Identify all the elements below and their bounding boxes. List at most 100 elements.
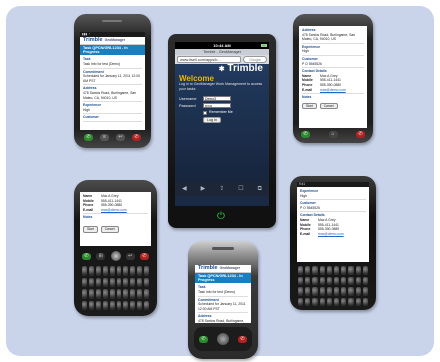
call-key[interactable]: ✆ — [84, 134, 93, 141]
keyboard-key[interactable] — [298, 297, 304, 306]
keyboard-key[interactable] — [326, 287, 332, 296]
contact-value[interactable]: max@demo.com — [101, 208, 127, 213]
keyboard-key[interactable] — [95, 266, 101, 276]
contact-value[interactable]: max@demo.com — [320, 88, 346, 93]
keyboard-key[interactable] — [312, 276, 318, 285]
search-field[interactable]: Google — [243, 56, 267, 63]
keyboard-key[interactable] — [123, 289, 129, 299]
keyboard-key[interactable] — [116, 300, 122, 310]
keyboard-key[interactable] — [102, 289, 108, 299]
password-input[interactable]: •••••• — [203, 103, 231, 109]
keyboard-key[interactable] — [312, 287, 318, 296]
keyboard-key[interactable] — [82, 300, 87, 310]
contact-value[interactable]: max@demo.com — [318, 232, 344, 237]
keyboard-key[interactable] — [88, 289, 94, 299]
keyboard-key[interactable] — [123, 300, 129, 310]
keyboard[interactable] — [298, 266, 368, 306]
keyboard-key[interactable] — [137, 266, 143, 276]
keyboard-key[interactable] — [298, 266, 304, 275]
keyboard-key[interactable] — [102, 266, 108, 276]
keyboard-key[interactable] — [319, 266, 325, 275]
keyboard-key[interactable] — [362, 287, 368, 296]
keyboard-key[interactable] — [88, 300, 94, 310]
keyboard-key[interactable] — [341, 276, 347, 285]
pages-icon[interactable]: ⧉ — [258, 186, 262, 192]
keyboard-key[interactable] — [82, 277, 87, 287]
menu-key[interactable]: ≡ — [100, 134, 109, 141]
keyboard-key[interactable] — [88, 266, 94, 276]
keyboard-key[interactable] — [326, 297, 332, 306]
trackball[interactable] — [110, 251, 121, 261]
keyboard-key[interactable] — [144, 266, 149, 276]
start-button[interactable]: Start — [302, 102, 317, 110]
end-key[interactable]: ✆ — [238, 335, 247, 343]
keyboard-key[interactable] — [326, 266, 332, 275]
keyboard-key[interactable] — [109, 266, 115, 276]
keyboard-key[interactable] — [312, 297, 318, 306]
keyboard-key[interactable] — [305, 276, 311, 285]
start-button[interactable]: Start — [83, 225, 98, 233]
remember-checkbox[interactable] — [203, 110, 207, 115]
keyboard-key[interactable] — [137, 277, 143, 287]
keyboard-key[interactable] — [355, 297, 361, 306]
dpad[interactable] — [217, 333, 229, 345]
keyboard-key[interactable] — [362, 297, 368, 306]
keyboard-key[interactable] — [312, 266, 318, 275]
menu-key[interactable]: ⊞ — [96, 252, 106, 260]
keyboard-key[interactable] — [95, 277, 101, 287]
keyboard-key[interactable] — [333, 287, 340, 296]
keyboard-key[interactable] — [95, 289, 101, 299]
back-key[interactable]: ↩ — [125, 252, 135, 260]
keyboard-key[interactable] — [319, 287, 325, 296]
keyboard-key[interactable] — [116, 277, 122, 287]
keyboard-key[interactable] — [82, 289, 87, 299]
keyboard-key[interactable] — [137, 289, 143, 299]
keyboard-key[interactable] — [362, 266, 368, 275]
username-input[interactable]: Demo3 — [203, 96, 231, 102]
keyboard-key[interactable] — [109, 300, 115, 310]
keyboard[interactable] — [82, 266, 149, 310]
home-key[interactable]: ⌂ — [328, 131, 338, 138]
call-key[interactable]: ✆ — [301, 131, 310, 138]
keyboard-key[interactable] — [95, 300, 101, 310]
keyboard-key[interactable] — [109, 289, 115, 299]
keyboard-key[interactable] — [348, 287, 354, 296]
keyboard-key[interactable] — [319, 276, 325, 285]
call-key[interactable]: ✆ — [199, 335, 208, 343]
keyboard-key[interactable] — [319, 297, 325, 306]
keyboard-key[interactable] — [298, 276, 304, 285]
keyboard-key[interactable] — [298, 287, 304, 296]
back-key[interactable]: ↩ — [116, 134, 125, 141]
share-icon[interactable]: ⇪ — [219, 186, 224, 192]
bookmarks-icon[interactable]: ☐ — [238, 186, 243, 192]
keyboard-key[interactable] — [341, 266, 347, 275]
keyboard-key[interactable] — [116, 289, 122, 299]
keyboard-key[interactable] — [348, 276, 354, 285]
keyboard-key[interactable] — [137, 300, 143, 310]
url-field[interactable]: www.itsell.com/apps/b... — [177, 56, 241, 63]
keyboard-key[interactable] — [144, 277, 149, 287]
login-button[interactable]: Log In — [203, 116, 221, 123]
keyboard-key[interactable] — [355, 287, 361, 296]
end-key[interactable]: ✆ — [132, 134, 141, 141]
keyboard-key[interactable] — [305, 266, 311, 275]
keyboard-key[interactable] — [144, 300, 149, 310]
keyboard-key[interactable] — [88, 277, 94, 287]
keyboard-key[interactable] — [355, 266, 361, 275]
keyboard-key[interactable] — [355, 276, 361, 285]
keyboard-key[interactable] — [333, 276, 340, 285]
keyboard-key[interactable] — [130, 277, 136, 287]
back-icon[interactable]: ◀ — [182, 186, 187, 192]
call-key[interactable]: ✆ — [82, 252, 91, 260]
keyboard-key[interactable] — [130, 289, 136, 299]
keyboard-key[interactable] — [130, 266, 136, 276]
keyboard-key[interactable] — [326, 276, 332, 285]
keyboard-key[interactable] — [102, 277, 108, 287]
keyboard-key[interactable] — [333, 297, 340, 306]
keyboard-key[interactable] — [109, 277, 115, 287]
keyboard-key[interactable] — [362, 276, 368, 285]
keyboard-key[interactable] — [305, 287, 311, 296]
keyboard-key[interactable] — [102, 300, 108, 310]
keyboard-key[interactable] — [341, 287, 347, 296]
keyboard-key[interactable] — [348, 266, 354, 275]
